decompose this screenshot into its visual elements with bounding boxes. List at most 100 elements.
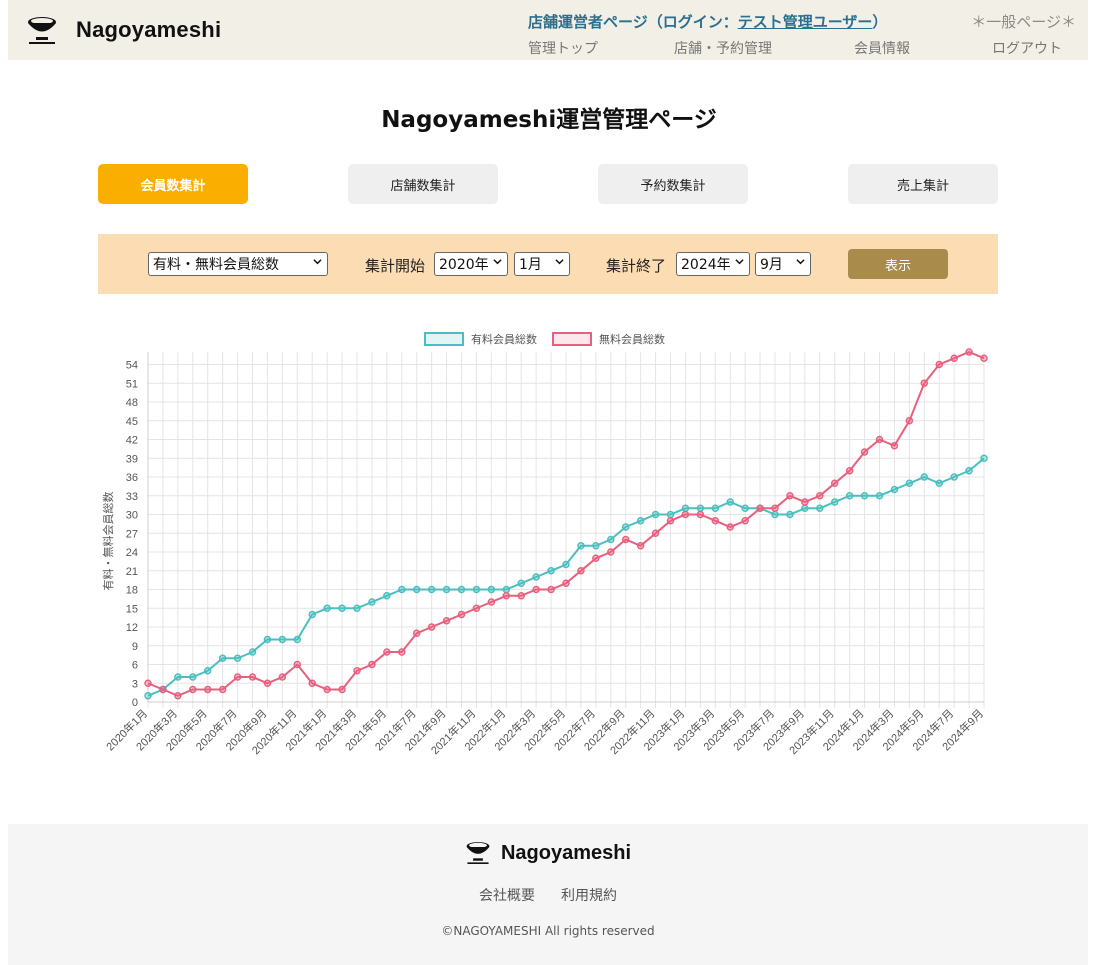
data-point [517,579,525,587]
y-tick-label: 21 [126,566,138,578]
data-point [487,585,496,594]
data-point [607,535,615,544]
y-tick-label: 54 [126,360,138,372]
site-footer: Nagoyameshi 会社概要 利用規約 ©NAGOYAMESHI All r… [8,824,1088,965]
data-point [771,504,779,512]
data-point [338,685,346,694]
data-point [756,504,764,512]
data-point [636,517,645,525]
data-point [935,360,943,369]
data-point [263,679,272,687]
nav-member-info[interactable]: 会員情報 [854,38,910,58]
end-year-value: 2024年 [681,257,731,273]
data-point [502,585,511,594]
filter-bar: 有料・無料会員総数 集計開始 2020年 1月 集計終了 2024年 9月 表示 [98,234,998,294]
y-tick-label: 51 [126,378,138,390]
header-logo[interactable]: Nagoyameshi [26,12,221,48]
tab-store-count[interactable]: 店舗数集計 [348,164,498,204]
data-point [457,585,466,594]
data-point [830,498,839,506]
data-point [427,585,436,594]
data-point [398,585,406,594]
footer-brand: Nagoyameshi [500,841,632,864]
tab-sales[interactable]: 売上集計 [848,164,998,204]
data-point [935,479,943,487]
data-point [696,504,705,512]
y-tick-label: 3 [132,678,138,690]
data-point [666,517,675,525]
data-point [621,523,630,531]
data-point [472,585,481,594]
footer-logo[interactable]: Nagoyameshi [8,838,1088,868]
data-point [681,504,690,512]
data-point [562,560,570,569]
nav-logout[interactable]: ログアウト [992,38,1062,58]
data-point [517,592,525,600]
chevron-down-icon [313,259,322,265]
data-point [487,598,496,606]
y-tick-label: 48 [126,397,138,409]
data-point [816,492,824,500]
data-point [875,435,884,444]
tab-reservation-count[interactable]: 予約数集計 [598,164,748,204]
general-page-link[interactable]: ＊一般ページ＊ [971,11,1076,32]
data-point [263,635,272,644]
data-point [607,548,615,556]
y-axis-title: 有料・無料会員総数 [101,492,115,591]
data-point [875,492,884,500]
admin-page-label: 店舗運営者ページ（ログイン：テスト管理ユーザー） [528,11,887,32]
nav-store-reservation[interactable]: 店舗・予約管理 [674,38,772,58]
show-button[interactable]: 表示 [848,249,948,279]
data-point [666,510,675,519]
start-month-select[interactable]: 1月 [514,252,570,276]
data-point [651,510,660,519]
data-point [621,535,630,544]
data-point [801,504,809,512]
footer-link-terms[interactable]: 利用規約 [561,885,617,905]
data-point [801,498,809,506]
end-year-select[interactable]: 2024年 [676,252,750,276]
data-point [308,610,316,619]
data-point [353,604,361,612]
data-point [233,673,242,681]
start-year-value: 2020年 [439,257,489,273]
data-point [442,585,451,594]
chevron-down-icon [796,259,805,265]
y-tick-label: 27 [126,528,138,540]
data-point [412,629,421,637]
data-point [920,379,929,387]
nav-admin-top[interactable]: 管理トップ [528,38,598,58]
member-type-select[interactable]: 有料・無料会員総数 [148,252,328,276]
data-point [233,654,242,662]
start-month-value: 1月 [519,257,542,273]
data-point [830,479,839,487]
data-point [412,585,421,594]
data-point [965,348,973,356]
start-year-select[interactable]: 2020年 [434,252,508,276]
data-point [845,492,854,500]
data-point [786,492,794,500]
data-point [368,598,376,606]
data-point [293,660,302,669]
data-point [323,685,331,694]
admin-user-link[interactable]: テスト管理ユーザー [738,13,873,31]
member-count-chart: 0 3 6 9 12 15 18 21 24 27 30 33 36 39 42 45 48 51 54 2020年1… [98,322,998,782]
data-point [741,504,749,512]
data-point [860,492,869,500]
end-month-select[interactable]: 9月 [755,252,811,276]
data-point [383,648,391,656]
data-point [577,542,585,550]
data-point [203,685,212,694]
data-point [577,567,585,575]
legend-swatch [552,332,592,346]
y-tick-label: 6 [132,660,138,672]
data-point [592,542,600,550]
chevron-down-icon [735,259,744,265]
copyright: ©NAGOYAMESHI All rights reserved [441,924,655,938]
data-point [741,517,749,525]
tab-member-count[interactable]: 会員数集計 [98,164,248,204]
data-point [532,573,540,581]
data-point [338,604,346,612]
footer-link-company[interactable]: 会社概要 [479,885,535,905]
end-label: 集計終了 [606,257,667,275]
